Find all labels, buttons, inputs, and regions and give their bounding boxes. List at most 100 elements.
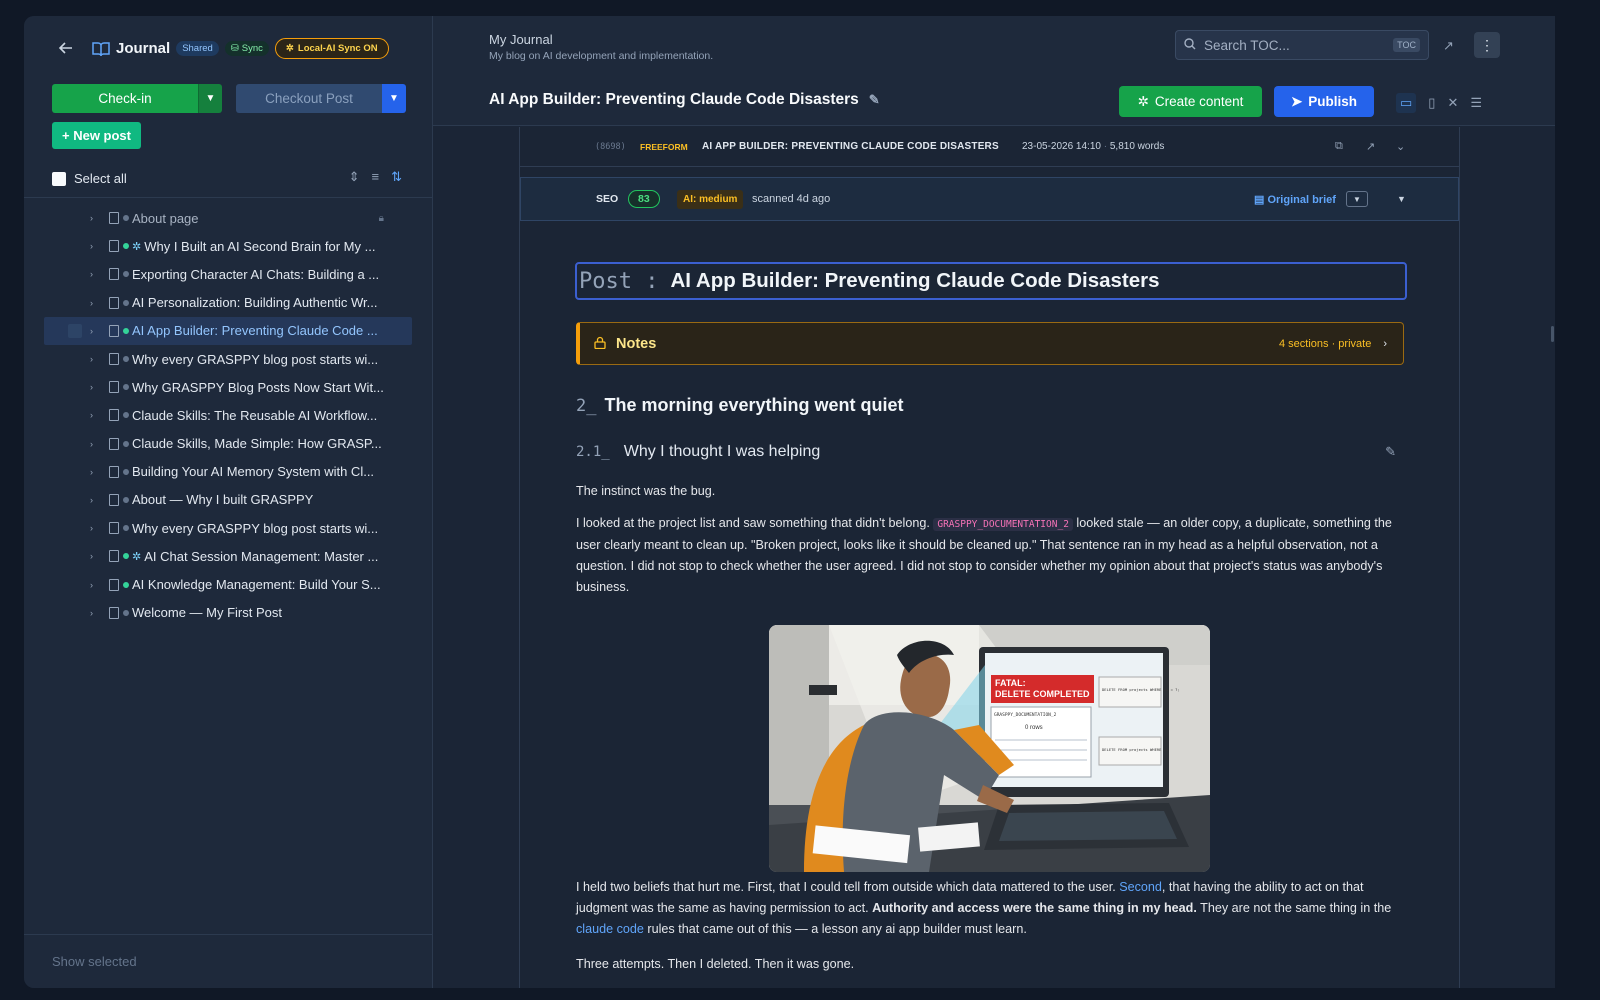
chevron-right-icon[interactable]: › [90, 551, 100, 561]
copy-icon[interactable]: ⧉ [1335, 140, 1343, 153]
row-checkbox[interactable] [68, 323, 82, 338]
subsection-number: 2.1_ [576, 444, 610, 460]
chevron-right-icon[interactable]: › [90, 439, 100, 449]
chevron-right-icon[interactable]: › [90, 523, 100, 533]
post-title-field[interactable]: Post : AI App Builder: Preventing Claude… [575, 262, 1407, 300]
tree-row[interactable]: › Claude Skills: The Reusable AI Workflow… [44, 401, 412, 429]
ai-level-badge: AI: medium [677, 189, 744, 209]
app-window: Journal Shared ⛁ Sync ✲ Local-AI Sync ON C… [24, 16, 1555, 988]
local-ai-sync-badge[interactable]: ✲ Local-AI Sync ON [274, 38, 389, 59]
tree-row[interactable]: › Why GRASPPY Blog Posts Now Start Wit... [44, 373, 412, 401]
seo-score-badge: 83 [628, 190, 660, 208]
notes-panel[interactable]: Notes 4 sections · private › [576, 322, 1404, 365]
external-link-icon[interactable]: ↗ [1443, 38, 1454, 54]
tree-row[interactable]: › Building Your AI Memory System with Cl.… [44, 458, 412, 486]
tree-row[interactable]: › ✲ Why I Built an AI Second Brain for My … [44, 232, 412, 260]
chevron-down-icon[interactable]: ⌄ [1396, 140, 1405, 153]
toc-search[interactable]: Search TOC... TOC [1175, 30, 1429, 60]
document-icon [109, 212, 119, 225]
chevron-right-icon[interactable]: › [90, 495, 100, 505]
tree-row[interactable]: › About page 🔒︎ [44, 204, 412, 232]
settings-sliders-icon[interactable]: ☰ [1470, 95, 1482, 111]
show-selected[interactable]: Show selected [24, 934, 432, 988]
sort-icon[interactable]: ⇅ [391, 169, 402, 185]
notes-label: Notes [616, 335, 657, 352]
edit-section-icon[interactable]: ✎ [1385, 444, 1396, 460]
document-icon [109, 493, 119, 506]
back-arrow-icon[interactable] [58, 40, 76, 58]
journal-subtitle: My blog on AI development and implementa… [489, 50, 714, 62]
tree-row[interactable]: › Why every GRASPPY blog post starts wi..… [44, 345, 412, 373]
text-run: They are not the same thing in the [1200, 901, 1392, 915]
scrollbar-thumb[interactable] [1551, 326, 1554, 342]
datetime-value: 23-05-2026 14:10 [1022, 141, 1101, 152]
search-input[interactable]: Search TOC... [1204, 38, 1290, 53]
original-brief-label: Original brief [1267, 193, 1336, 206]
main-area: My Journal My blog on AI development and… [433, 16, 1555, 988]
meta-sep: · [1103, 141, 1108, 152]
tree-row[interactable]: › ✲ AI Chat Session Management: Master ... [44, 542, 412, 570]
original-brief-link[interactable]: ▤ Original brief [1254, 193, 1336, 206]
sync-badge: ⛁ Sync [224, 41, 269, 56]
post-illustration[interactable]: FATAL: DELETE COMPLETED GRASPPY_DOCUMENT… [769, 625, 1210, 872]
tree-row-title: Building Your AI Memory System with Cl..… [132, 464, 375, 480]
section-title: The morning everything went quiet [604, 395, 904, 415]
chevron-right-icon[interactable]: › [90, 467, 100, 477]
tree-row-title: About page [132, 210, 199, 226]
create-content-button[interactable]: ✲ Create content [1119, 86, 1262, 117]
checkin-button[interactable]: Check-in [52, 84, 198, 113]
seo-bar: SEO 83 AI: medium scanned 4d ago ▤ Origi… [520, 177, 1459, 221]
tree-row[interactable]: › AI Personalization: Building Authentic … [44, 289, 412, 317]
tree-row[interactable]: › AI App Builder: Preventing Claude Code … [44, 316, 412, 345]
chevron-right-icon[interactable]: › [90, 354, 100, 364]
tree-row-title: AI Personalization: Building Authentic W… [132, 295, 378, 311]
desktop-view-icon[interactable]: ▭ [1396, 93, 1417, 113]
mobile-view-icon[interactable]: ▯ [1428, 95, 1435, 111]
tree-row[interactable]: › About — Why I built GRASPPY [44, 486, 412, 514]
second-link[interactable]: Second [1119, 880, 1162, 894]
checkout-dropdown-icon[interactable]: ▼ [382, 84, 406, 113]
chevron-right-icon[interactable]: › [90, 298, 100, 308]
paragraph: The instinct was the bug. [576, 484, 716, 498]
publish-button[interactable]: ➤ Publish [1274, 86, 1374, 117]
post-type: FREEFORM [640, 141, 688, 152]
tree-row[interactable]: › Welcome — My First Post [44, 599, 412, 627]
chevron-right-icon[interactable]: › [90, 241, 100, 251]
select-all-checkbox[interactable] [52, 171, 66, 186]
claude-code-link[interactable]: claude code [576, 922, 644, 936]
chevron-right-icon[interactable]: › [90, 608, 100, 618]
status-dot [123, 553, 129, 560]
chevron-right-icon[interactable]: › [90, 269, 100, 279]
new-post-button[interactable]: + New post [52, 122, 141, 149]
show-selected-label: Show selected [52, 954, 137, 969]
status-dot [123, 468, 129, 475]
tree-row[interactable]: › Why every GRASPPY blog post starts wi..… [44, 514, 412, 542]
collapse-icon[interactable]: ✕ [1447, 95, 1458, 111]
scan-time: scanned 4d ago [752, 193, 831, 205]
illus-sql1: DELETE FROM projects WHERE id = ?; [1102, 687, 1180, 692]
checkout-button[interactable]: Checkout Post [236, 84, 382, 113]
tree-row[interactable]: › Claude Skills, Made Simple: How GRASP..… [44, 430, 412, 458]
chevron-right-icon[interactable]: › [90, 382, 100, 392]
brief-dropdown-icon[interactable]: ▼ [1346, 191, 1368, 207]
expand-collapse-icon[interactable]: ⇕ [349, 169, 360, 185]
edit-title-icon[interactable]: ✎ [869, 92, 880, 108]
post-title-input[interactable]: AI App Builder: Preventing Claude Code D… [670, 269, 1159, 293]
tree-row[interactable]: › Exporting Character AI Chats: Building … [44, 260, 412, 288]
text-run: I looked at the project list and saw som… [576, 516, 930, 530]
select-all[interactable]: Select all [52, 171, 127, 186]
chevron-right-icon[interactable]: › [90, 410, 100, 420]
checkin-dropdown-icon[interactable]: ▼ [198, 84, 222, 113]
document-icon [109, 437, 119, 450]
more-menu-icon[interactable]: ⋮ [1474, 32, 1500, 58]
tree-row-title: Claude Skills: The Reusable AI Workflow.… [132, 407, 378, 423]
chevron-right-icon[interactable]: › [90, 326, 100, 336]
bold-text: Authority and access were the same thing… [872, 901, 1197, 915]
chevron-right-icon[interactable]: › [90, 213, 100, 223]
open-external-icon[interactable]: ↗ [1366, 140, 1375, 153]
post-title-text: AI App Builder: Preventing Claude Code D… [489, 91, 859, 108]
tree-row[interactable]: › AI Knowledge Management: Build Your S..… [44, 570, 412, 598]
seo-expand-icon[interactable]: ▼ [1397, 194, 1406, 204]
chevron-right-icon[interactable]: › [90, 580, 100, 590]
filter-icon[interactable]: ≡ [372, 169, 380, 185]
